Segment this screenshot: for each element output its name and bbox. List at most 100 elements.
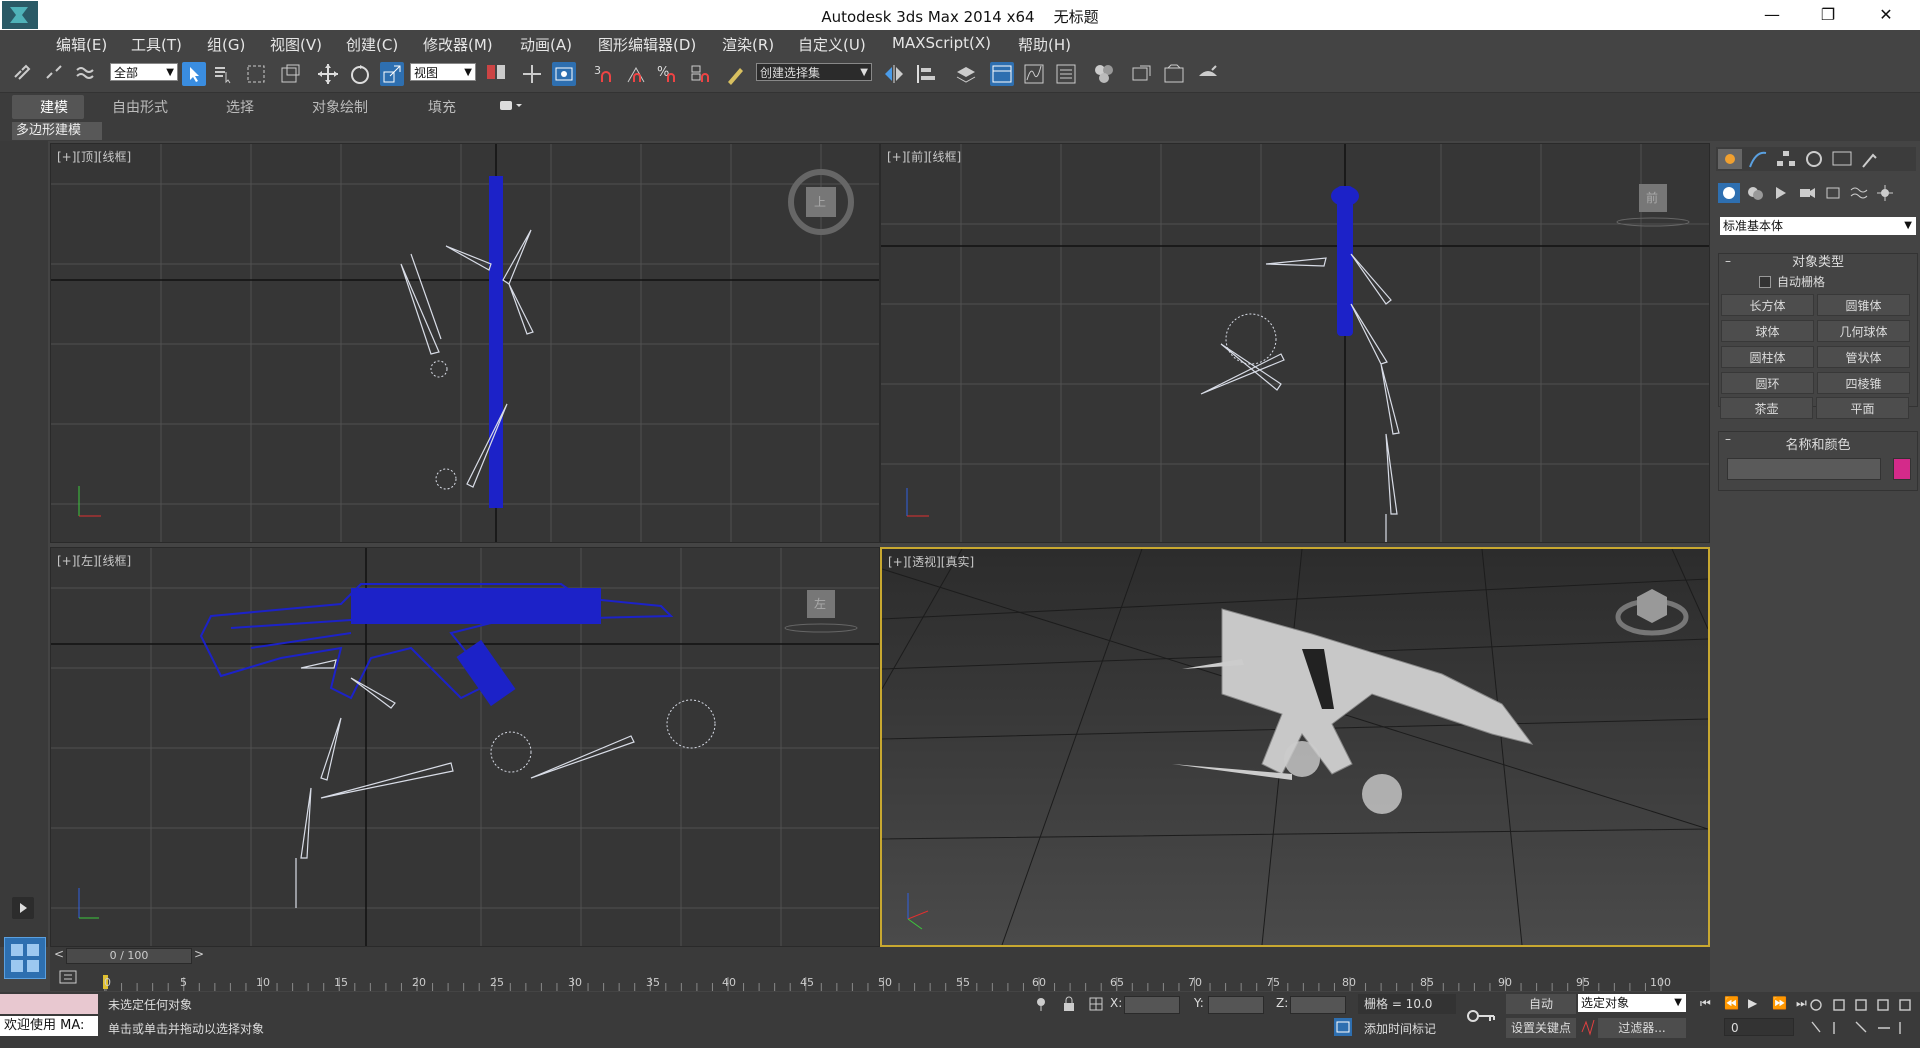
- hierarchy-tab-icon[interactable]: [1774, 149, 1798, 169]
- box-button[interactable]: 长方体: [1721, 294, 1814, 316]
- isolate-selection-icon[interactable]: [1034, 996, 1048, 1012]
- next-frame-icon[interactable]: ⏩: [1772, 996, 1787, 1010]
- scale-icon[interactable]: [380, 62, 404, 86]
- bind-spacewarp-icon[interactable]: [74, 62, 98, 86]
- schematic-view-icon[interactable]: [1054, 62, 1078, 86]
- menu-views[interactable]: 视图(V): [270, 34, 322, 55]
- close-button[interactable]: ✕: [1866, 3, 1906, 27]
- lock-icon[interactable]: [1062, 996, 1076, 1012]
- percent-snap-icon[interactable]: %: [656, 62, 680, 86]
- menu-help[interactable]: 帮助(H): [1018, 34, 1071, 55]
- select-object-icon[interactable]: [182, 62, 206, 86]
- align-icon[interactable]: [914, 62, 938, 86]
- ribbon-subtab-poly-modeling[interactable]: 多边形建模: [12, 122, 102, 140]
- pivot-center-icon[interactable]: [484, 62, 508, 86]
- menu-animation[interactable]: 动画(A): [520, 34, 572, 55]
- rotate-icon[interactable]: [348, 62, 372, 86]
- ribbon-tab-freeform[interactable]: 自由形式: [112, 97, 168, 117]
- select-by-name-icon[interactable]: [212, 62, 236, 86]
- systems-icon[interactable]: [1874, 183, 1896, 203]
- selection-filter-dropdown[interactable]: 全部 ▼: [110, 63, 178, 81]
- collapse-icon[interactable]: –: [1725, 254, 1731, 268]
- current-frame-input[interactable]: 0: [1724, 1018, 1794, 1036]
- angle-snap-icon[interactable]: [624, 62, 648, 86]
- render-production-icon[interactable]: [1196, 62, 1220, 86]
- set-key-icon[interactable]: [1464, 1006, 1498, 1026]
- layer-manager-icon[interactable]: [954, 62, 978, 86]
- cameras-icon[interactable]: [1796, 183, 1818, 203]
- link-icon[interactable]: [10, 62, 34, 86]
- maxscript-listener-pink[interactable]: [0, 994, 98, 1014]
- move-icon[interactable]: [316, 62, 340, 86]
- viewport-top-label[interactable]: [+][顶][线框]: [57, 148, 131, 165]
- absolute-mode-icon[interactable]: [1088, 996, 1104, 1012]
- object-color-swatch[interactable]: [1893, 458, 1911, 480]
- track-bar-icon[interactable]: [58, 969, 78, 985]
- goto-end-icon[interactable]: ⏭: [1796, 996, 1807, 1011]
- geosphere-button[interactable]: 几何球体: [1817, 320, 1910, 342]
- ref-coord-dropdown[interactable]: 视图 ▼: [410, 63, 476, 81]
- menu-edit[interactable]: 编辑(E): [56, 34, 107, 55]
- menu-rendering[interactable]: 渲染(R): [722, 34, 774, 55]
- maxscript-mini-listener[interactable]: 欢迎使用 MA:: [0, 1016, 98, 1036]
- spacewarps-icon[interactable]: [1848, 183, 1870, 203]
- rollout-name-color-title[interactable]: 名称和颜色: [1719, 434, 1917, 453]
- modify-tab-icon[interactable]: [1746, 149, 1770, 169]
- rendered-frame-window-icon[interactable]: [1162, 62, 1186, 86]
- menu-customize[interactable]: 自定义(U): [798, 34, 866, 55]
- restore-button[interactable]: ❐: [1808, 3, 1848, 27]
- goto-start-icon[interactable]: ⏮: [1700, 996, 1711, 1011]
- autogrid-checkbox[interactable]: [1759, 276, 1771, 288]
- play-icon[interactable]: ▶: [1748, 996, 1757, 1010]
- helpers-icon[interactable]: [1822, 183, 1844, 203]
- key-mode-dropdown[interactable]: 选定对象 ▼: [1578, 994, 1686, 1012]
- ribbon-tab-selection[interactable]: 选择: [226, 97, 254, 117]
- key-filters-button[interactable]: 过滤器...: [1598, 1018, 1686, 1038]
- ribbon-tab-populate[interactable]: 填充: [428, 97, 456, 117]
- minimize-button[interactable]: —: [1752, 3, 1792, 27]
- menu-modifiers[interactable]: 修改器(M): [423, 34, 493, 55]
- teapot-button[interactable]: 茶壶: [1720, 397, 1813, 419]
- torus-button[interactable]: 圆环: [1721, 372, 1814, 394]
- object-name-input[interactable]: [1727, 458, 1881, 480]
- time-slider-thumb[interactable]: 0 / 100: [66, 948, 192, 964]
- viewport-perspective-label[interactable]: [+][透视][真实]: [888, 553, 974, 570]
- geometry-icon[interactable]: [1718, 183, 1740, 203]
- named-selection-set-dropdown[interactable]: 创建选择集 ▼: [756, 63, 872, 81]
- menu-group[interactable]: 组(G): [207, 34, 245, 55]
- time-slider-prev-icon[interactable]: <: [54, 947, 64, 961]
- viewport-layout-icon[interactable]: [4, 937, 46, 979]
- category-dropdown[interactable]: 标准基本体 ▼: [1720, 217, 1916, 235]
- utilities-tab-icon[interactable]: [1858, 149, 1882, 169]
- select-manipulate-icon[interactable]: [520, 62, 544, 86]
- menu-maxscript[interactable]: MAXScript(X): [892, 34, 991, 52]
- z-coordinate-input[interactable]: [1290, 996, 1346, 1014]
- shapes-icon[interactable]: [1744, 183, 1766, 203]
- time-slider-next-icon[interactable]: >: [194, 947, 204, 961]
- unlink-icon[interactable]: [42, 62, 66, 86]
- viewcube-perspective[interactable]: [1615, 589, 1689, 636]
- window-crossing-icon[interactable]: [278, 62, 302, 86]
- snap-3d-icon[interactable]: 3: [592, 62, 616, 86]
- pyramid-button[interactable]: 四棱锥: [1817, 372, 1910, 394]
- expand-play-icon[interactable]: [12, 897, 34, 919]
- menu-tools[interactable]: 工具(T): [131, 34, 182, 55]
- motion-tab-icon[interactable]: [1802, 149, 1826, 169]
- edit-named-selection-icon[interactable]: [724, 62, 748, 86]
- menu-graph-editors[interactable]: 图形编辑器(D): [598, 34, 696, 55]
- ribbon-options-icon[interactable]: [498, 99, 522, 113]
- y-coordinate-input[interactable]: [1208, 996, 1264, 1014]
- plane-button[interactable]: 平面: [1816, 397, 1909, 419]
- rollout-object-type-title[interactable]: 对象类型: [1719, 256, 1917, 270]
- mirror-icon[interactable]: [882, 62, 906, 86]
- viewport-front-label[interactable]: [+][前][线框]: [887, 148, 961, 165]
- viewport-left-label[interactable]: [+][左][线框]: [57, 552, 131, 569]
- add-time-tag-label[interactable]: 添加时间标记: [1364, 1020, 1436, 1037]
- lights-icon[interactable]: [1770, 183, 1792, 203]
- viewport-top[interactable]: 上 [+][顶][线框]: [50, 143, 880, 543]
- render-setup-icon[interactable]: [1130, 62, 1154, 86]
- rect-selection-icon[interactable]: [244, 62, 268, 86]
- curve-editor-icon[interactable]: [1022, 62, 1046, 86]
- scene-explorer-icon[interactable]: [990, 62, 1014, 86]
- viewport-perspective[interactable]: [+][透视][真实]: [880, 547, 1710, 947]
